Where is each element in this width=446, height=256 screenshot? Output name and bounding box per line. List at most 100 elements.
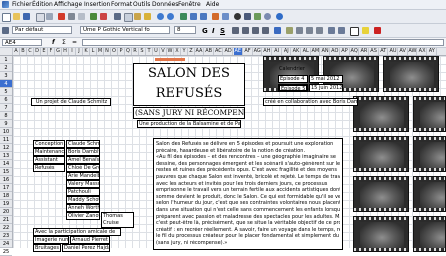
underline-icon[interactable]: S	[220, 27, 225, 35]
spreadsheet-grid[interactable]: SALON DES REFUSÉS Calendrier Épisode 4 5…	[13, 56, 446, 252]
copy-icon[interactable]	[124, 13, 133, 22]
print-preview-icon[interactable]	[78, 13, 85, 20]
column-header[interactable]: D	[34, 48, 41, 55]
episode-label[interactable]: Épisode 4	[278, 75, 308, 83]
episode-date[interactable]: 15 juin 2012	[309, 84, 343, 92]
email-icon[interactable]	[36, 13, 45, 22]
column-header[interactable]: M	[97, 48, 104, 55]
style-select[interactable]: Par défaut	[12, 26, 72, 34]
column-header[interactable]: AB	[205, 48, 214, 55]
equals-icon[interactable]: =	[72, 39, 77, 46]
menu-edit[interactable]: Édition	[32, 1, 53, 8]
column-header[interactable]: I	[69, 48, 76, 55]
title-box[interactable]: SALON DES REFUSÉS	[133, 63, 245, 106]
redo-icon[interactable]	[167, 13, 174, 20]
menu-help[interactable]: Aide	[206, 1, 219, 8]
row-header[interactable]: 17	[0, 184, 12, 192]
hyperlink-icon[interactable]	[180, 13, 187, 20]
episode-label-selected[interactable]: Épisode 5	[278, 84, 308, 92]
sort-descending-icon[interactable]	[200, 13, 207, 20]
column-header[interactable]: AK	[292, 48, 301, 55]
clone-format-icon[interactable]	[144, 13, 151, 20]
draw-functions-icon[interactable]	[222, 13, 229, 20]
column-header[interactable]: AQ	[350, 48, 360, 55]
credit-name[interactable]: Amel Benaïssa	[66, 156, 100, 164]
credit-role[interactable]: Bruitages	[33, 244, 61, 252]
paste-icon[interactable]	[134, 13, 141, 20]
column-header[interactable]: Q	[125, 48, 132, 55]
credit-name[interactable]: Daniel Perez Hajda	[62, 244, 110, 252]
column-header[interactable]: AH	[263, 48, 272, 55]
column-header[interactable]: AO	[331, 48, 340, 55]
credit-name[interactable]: Valery Masson	[66, 180, 100, 188]
column-header[interactable]: AC	[214, 48, 224, 55]
row-header[interactable]: 9	[0, 120, 12, 128]
column-header[interactable]: AT	[379, 48, 389, 55]
column-header[interactable]: AJ	[282, 48, 292, 55]
column-header[interactable]: S	[139, 48, 146, 55]
column-header[interactable]: L	[90, 48, 97, 55]
currency-format-icon[interactable]	[286, 27, 293, 34]
name-box[interactable]: AE4	[2, 39, 42, 46]
column-header[interactable]: N	[104, 48, 111, 55]
column-header[interactable]: Y	[181, 48, 188, 55]
row-header[interactable]: 25	[0, 248, 12, 256]
column-header[interactable]: AD	[224, 48, 234, 55]
collaboration-credit[interactable]: créé en collaboration avec Boris Dambly	[263, 98, 358, 106]
column-header[interactable]: AP	[341, 48, 350, 55]
font-size-select[interactable]: 8	[174, 26, 196, 34]
row-header[interactable]: 4	[0, 80, 12, 88]
row-header[interactable]: 7	[0, 104, 12, 112]
credit-role[interactable]: Maintenance	[33, 148, 65, 156]
column-header[interactable]: AR	[360, 48, 369, 55]
row-header[interactable]: 16	[0, 176, 12, 184]
menu-view[interactable]: Affichage	[54, 1, 82, 8]
row-header[interactable]: 3	[0, 72, 12, 80]
credit-role[interactable]: Avec la participation amicale de	[33, 228, 121, 236]
row-header[interactable]: 10	[0, 128, 12, 136]
merge-cells-icon[interactable]	[274, 27, 281, 34]
credit-role[interactable]: Assistant	[33, 156, 65, 164]
select-all-corner[interactable]	[0, 48, 13, 55]
row-header[interactable]: 1	[0, 56, 12, 64]
undo-icon[interactable]	[157, 13, 164, 20]
column-header[interactable]: AI	[273, 48, 282, 55]
borders-icon[interactable]	[350, 27, 359, 36]
help-icon[interactable]	[276, 13, 283, 20]
gallery-icon[interactable]	[254, 13, 261, 20]
credit-name[interactable]: Arnaud Pierret	[70, 236, 110, 244]
row-header[interactable]: 18	[0, 192, 12, 200]
increase-indent-icon[interactable]	[338, 27, 345, 34]
print-icon[interactable]	[68, 13, 75, 20]
column-header[interactable]: AV	[399, 48, 408, 55]
column-header[interactable]: T	[146, 48, 153, 55]
row-header[interactable]: 12	[0, 144, 12, 152]
formula-input[interactable]	[82, 39, 444, 46]
chart-icon[interactable]	[212, 13, 219, 20]
column-header[interactable]: F	[48, 48, 55, 55]
credit-role[interactable]: Conception	[33, 140, 65, 148]
column-header[interactable]: G	[55, 48, 62, 55]
column-header[interactable]: J	[76, 48, 83, 55]
bold-icon[interactable]: G	[202, 27, 208, 35]
column-header[interactable]: AX	[418, 48, 428, 55]
subtitle[interactable]: (SANS JURY NI RÉCOMPENSE)	[133, 107, 245, 119]
episode-date[interactable]: 5 mai 2012	[309, 75, 343, 83]
sum-icon[interactable]: Σ	[62, 39, 66, 46]
cut-icon[interactable]	[114, 13, 121, 20]
column-header[interactable]: AM	[311, 48, 321, 55]
align-right-icon[interactable]	[252, 27, 259, 34]
new-document-icon[interactable]	[2, 13, 11, 22]
row-header[interactable]: 22	[0, 224, 12, 232]
column-header[interactable]: O	[111, 48, 118, 55]
zoom-icon[interactable]	[264, 13, 271, 20]
menu-tools[interactable]: Outils	[133, 1, 150, 8]
column-header[interactable]: Z	[188, 48, 195, 55]
row-header[interactable]: 19	[0, 200, 12, 208]
column-header[interactable]: AE	[233, 48, 243, 55]
column-header[interactable]: AU	[389, 48, 398, 55]
font-name-select[interactable]: Ume P Gothic Vertical fo	[80, 26, 170, 34]
row-header[interactable]: 24	[0, 240, 12, 248]
column-header[interactable]: C	[27, 48, 34, 55]
decrease-indent-icon[interactable]	[328, 27, 335, 34]
